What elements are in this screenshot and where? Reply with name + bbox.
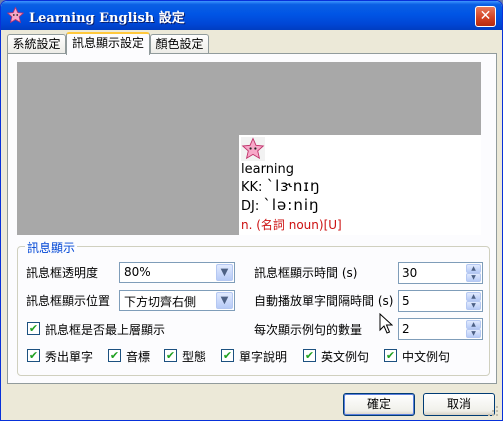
tab-color-settings[interactable]: 顏色設定: [150, 34, 209, 54]
preview-meaning: n. (名詞 noun)[U]: [241, 218, 342, 232]
message-preview-area: learning KK: ˋlɝnɪŋ DJ: ˋlə:niŋ n. (名詞 n…: [17, 62, 481, 235]
show-word-label: 秀出單字: [45, 350, 94, 364]
settings-dialog: Learning English 設定 ✕ 系統設定 訊息顯示設定 顏色設定 l…: [0, 0, 503, 421]
preview-kk-phonetic: KK: ˋlɝnɪŋ: [241, 177, 320, 197]
ok-button[interactable]: 確定: [343, 393, 415, 416]
chevron-down-icon[interactable]: ▼: [216, 292, 233, 309]
phonetic-checkbox[interactable]: ✔: [108, 349, 121, 362]
ontop-label: 訊息框是否最上層顯示: [45, 323, 166, 337]
form-checkbox[interactable]: ✔: [164, 349, 177, 362]
preview-word: learning: [241, 162, 295, 177]
ontop-checkbox[interactable]: ✔: [27, 322, 40, 335]
phonetic-label: 音標: [126, 350, 151, 364]
spinner-buttons: ▲ ▼: [466, 292, 481, 310]
preview-dj-phonetic: DJ: ˋlə:niŋ: [241, 196, 320, 216]
word-description-checkbox[interactable]: ✔: [221, 349, 234, 362]
pink-star-icon: [7, 7, 24, 24]
opacity-select[interactable]: 80% ▼: [119, 262, 235, 283]
chevron-down-icon[interactable]: ▼: [216, 264, 233, 281]
english-example-label: 英文例句: [321, 350, 370, 364]
message-popup-preview: learning KK: ˋlɝnɪŋ DJ: ˋlə:niŋ n. (名詞 n…: [239, 135, 481, 235]
group-legend: 訊息顯示: [25, 239, 78, 256]
interval-label: 自動播放單字間隔時間 (s): [254, 294, 394, 308]
position-label: 訊息框顯示位置: [26, 294, 111, 308]
duration-value: 30: [402, 266, 418, 280]
dj-label: DJ:: [241, 199, 260, 214]
opacity-select-value: 80%: [124, 265, 151, 279]
dj-phonetic-text: ˋlə:niŋ: [263, 196, 320, 214]
kk-phonetic-text: ˋlɝnɪŋ: [266, 177, 321, 195]
spin-up-icon[interactable]: ▲: [466, 320, 481, 329]
spin-up-icon[interactable]: ▲: [466, 264, 481, 273]
duration-label: 訊息框顯示時間 (s): [254, 266, 358, 280]
show-word-checkbox[interactable]: ✔: [27, 349, 40, 362]
mouse-cursor-icon: [379, 313, 393, 334]
spinner-buttons: ▲ ▼: [466, 264, 481, 282]
pink-star-icon: [241, 137, 265, 161]
interval-value: 5: [402, 294, 410, 308]
examples-value: 2: [402, 322, 410, 336]
spin-down-icon[interactable]: ▼: [466, 329, 481, 338]
close-icon: ✕: [479, 8, 492, 24]
spin-up-icon[interactable]: ▲: [466, 292, 481, 301]
duration-spinner[interactable]: 30 ▲ ▼: [398, 262, 483, 284]
chinese-example-label: 中文例句: [402, 350, 451, 364]
spinner-buttons: ▲ ▼: [466, 320, 481, 338]
message-display-group: 訊息顯示 訊息框透明度 80% ▼ 訊息框顯示位置 下方切齊右側 ▼ ✔ 訊息框…: [17, 239, 490, 376]
close-button[interactable]: ✕: [475, 6, 496, 27]
cancel-button[interactable]: 取消: [423, 393, 495, 416]
form-label: 型態: [182, 350, 207, 364]
position-select[interactable]: 下方切齊右側 ▼: [119, 290, 235, 311]
english-example-checkbox[interactable]: ✔: [303, 349, 316, 362]
window-title: Learning English 設定: [29, 11, 185, 26]
examples-spinner[interactable]: 2 ▲ ▼: [398, 318, 483, 340]
examples-label: 每次顯示例句的數量: [254, 323, 363, 337]
word-description-label: 單字說明: [239, 350, 288, 364]
spin-down-icon[interactable]: ▼: [466, 301, 481, 310]
chinese-example-checkbox[interactable]: ✔: [384, 349, 397, 362]
position-select-value: 下方切齊右側: [124, 295, 197, 309]
tab-system-settings[interactable]: 系統設定: [7, 34, 66, 54]
opacity-label: 訊息框透明度: [26, 266, 99, 280]
title-bar[interactable]: Learning English 設定 ✕: [1, 1, 502, 30]
tab-panel: learning KK: ˋlɝnɪŋ DJ: ˋlə:niŋ n. (名詞 n…: [7, 53, 497, 384]
resize-grip-icon[interactable]: [487, 405, 499, 417]
tab-message-display-settings[interactable]: 訊息顯示設定: [66, 32, 150, 55]
kk-label: KK:: [241, 180, 263, 195]
interval-spinner[interactable]: 5 ▲ ▼: [398, 290, 483, 312]
spin-down-icon[interactable]: ▼: [466, 273, 481, 282]
